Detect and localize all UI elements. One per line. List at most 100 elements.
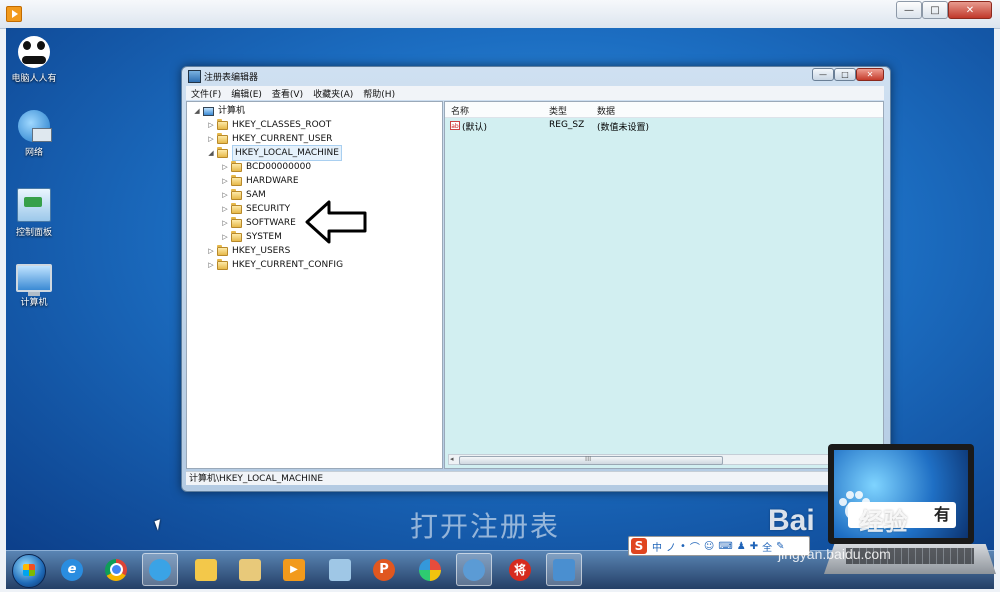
taskbar-explorer[interactable]	[232, 553, 268, 586]
player-close-button[interactable]: ✕	[948, 1, 992, 19]
taskbar-p-app[interactable]: P	[366, 553, 402, 586]
tree-item-hklm[interactable]: ◢ HKEY_LOCAL_MACHINE	[207, 145, 342, 161]
string-value-icon: ab	[450, 121, 460, 130]
expanded-arrow-icon[interactable]: ◢	[207, 146, 215, 160]
settings-icon	[463, 558, 485, 581]
tree-label: HKEY_CURRENT_USER	[232, 134, 333, 144]
desktop-icon-label: 网络	[24, 148, 43, 158]
desktop-icon-network[interactable]: 网络	[6, 110, 62, 158]
start-button[interactable]	[12, 554, 46, 588]
player-titlebar: — □ ✕	[0, 0, 1000, 29]
menu-favorites[interactable]: 收藏夹(A)	[308, 87, 358, 100]
taskbar-paint[interactable]	[412, 553, 448, 586]
ime-keyboard-icon[interactable]: ⌨	[718, 541, 732, 552]
tree-item-hkcc[interactable]: ▷ HKEY_CURRENT_CONFIG	[207, 258, 343, 272]
p-icon: P	[373, 558, 395, 581]
taskbar-remote[interactable]	[322, 553, 358, 586]
regedit-minimize-button[interactable]: —	[812, 68, 834, 81]
taskbar-chess[interactable]: 将	[502, 553, 538, 586]
tree-item-system[interactable]: ▷ SYSTEM	[221, 230, 282, 244]
ime-fullwidth-toggle[interactable]: 全	[762, 539, 772, 554]
ime-arc-icon[interactable]: ⌒	[690, 539, 700, 554]
menu-edit[interactable]: 编辑(E)	[226, 87, 267, 100]
regedit-close-button[interactable]: ✕	[856, 68, 884, 81]
tree-item-hardware[interactable]: ▷ HARDWARE	[221, 174, 299, 188]
collapsed-arrow-icon[interactable]: ▷	[221, 202, 229, 216]
sogou-icon[interactable]: S	[631, 538, 647, 554]
ime-emoji-icon[interactable]: ☺	[704, 541, 714, 552]
tree-item-hkcr[interactable]: ▷ HKEY_CLASSES_ROOT	[207, 118, 331, 132]
player-restore-button[interactable]: □	[922, 1, 948, 19]
collapsed-arrow-icon[interactable]: ▷	[221, 188, 229, 202]
collapsed-arrow-icon[interactable]: ▷	[221, 230, 229, 244]
collapsed-arrow-icon[interactable]: ▷	[221, 160, 229, 174]
value-type: REG_SZ	[549, 120, 585, 130]
desktop-icon-computer[interactable]: 计算机	[6, 264, 62, 308]
tree-item-security[interactable]: ▷ SECURITY	[221, 202, 290, 216]
tree-label: HKEY_USERS	[232, 246, 291, 256]
folder-icon	[231, 202, 242, 214]
tree-item-computer[interactable]: ◢ 计算机	[193, 104, 245, 118]
collapsed-arrow-icon[interactable]: ▷	[207, 258, 215, 272]
player-minimize-button[interactable]: —	[896, 1, 922, 19]
expanded-arrow-icon[interactable]: ◢	[193, 104, 201, 118]
folder-icon	[231, 160, 242, 172]
tree-item-sam[interactable]: ▷ SAM	[221, 188, 266, 202]
chess-icon: 将	[509, 558, 531, 581]
regedit-titlebar[interactable]: 注册表编辑器 — □ ✕	[182, 67, 890, 85]
taskbar-folder[interactable]	[188, 553, 224, 586]
registry-values-pane: 名称 类型 数据 ab (默认) REG_SZ (数值未设置) ◂ III ▸	[444, 101, 884, 469]
caption-watermark: 打开注册表	[410, 510, 561, 543]
tree-item-hkcu[interactable]: ▷ HKEY_CURRENT_USER	[207, 132, 332, 146]
value-row[interactable]: ab (默认) REG_SZ (数值未设置)	[445, 119, 883, 133]
computer-icon	[203, 106, 214, 116]
desktop-icon-label: 控制面板	[15, 228, 52, 238]
collapsed-arrow-icon[interactable]: ▷	[207, 118, 215, 132]
ime-punct-icon[interactable]: ノ	[666, 539, 676, 554]
menu-view[interactable]: 查看(V)	[267, 87, 308, 100]
folder-open-icon	[217, 146, 228, 158]
taskbar-chrome[interactable]	[98, 553, 134, 586]
collapsed-arrow-icon[interactable]: ▷	[207, 132, 215, 146]
player-app-icon	[6, 6, 22, 22]
tree-label: SYSTEM	[246, 232, 282, 242]
tree-label: HKEY_CURRENT_CONFIG	[232, 260, 344, 270]
desktop-icon-diannao[interactable]: 电脑人人有	[6, 36, 62, 84]
chrome-icon	[105, 558, 127, 581]
tree-item-hku[interactable]: ▷ HKEY_USERS	[207, 244, 290, 258]
taskbar-regedit[interactable]	[546, 553, 582, 586]
collapsed-arrow-icon[interactable]: ▷	[221, 174, 229, 188]
column-header-type[interactable]: 类型	[549, 104, 567, 117]
taskbar-ie[interactable]: e	[54, 553, 90, 586]
tree-label: HARDWARE	[246, 176, 299, 186]
menu-help[interactable]: 帮助(H)	[358, 87, 400, 100]
collapsed-arrow-icon[interactable]: ▷	[207, 244, 215, 258]
tree-item-bcd[interactable]: ▷ BCD00000000	[221, 160, 311, 174]
column-header-name[interactable]: 名称	[451, 104, 469, 117]
value-name: (默认)	[462, 123, 488, 133]
desktop-icon-control-panel[interactable]: 控制面板	[6, 188, 62, 238]
horizontal-scrollbar[interactable]: ◂ III ▸	[448, 454, 880, 465]
taskbar-settings[interactable]	[456, 553, 492, 586]
collapsed-arrow-icon[interactable]: ▷	[221, 216, 229, 230]
tree-label: HKEY_LOCAL_MACHINE	[232, 145, 342, 161]
value-data: (数值未设置)	[597, 123, 650, 133]
ime-mode-toggle[interactable]: 中	[652, 539, 662, 554]
taskbar-browser[interactable]	[142, 553, 178, 586]
column-header-data[interactable]: 数据	[597, 104, 615, 117]
tree-item-software[interactable]: ▷ SOFTWARE	[221, 216, 296, 230]
folder-icon	[231, 216, 242, 228]
folder-icon	[231, 188, 242, 200]
folder-icon	[217, 118, 228, 130]
menu-file[interactable]: 文件(F)	[186, 87, 226, 100]
folder-icon	[231, 174, 242, 186]
scroll-left-arrow-icon[interactable]: ◂	[450, 455, 454, 463]
folder-icon	[217, 258, 228, 270]
tree-label: 计算机	[218, 106, 246, 116]
ime-dot-icon[interactable]: •	[680, 541, 686, 552]
taskbar-player[interactable]: ▶	[276, 553, 312, 586]
regedit-statusbar: 计算机\HKEY_LOCAL_MACHINE	[186, 471, 884, 485]
ime-tools-icon[interactable]: ✚	[750, 541, 758, 552]
ime-skin-icon[interactable]: ♟	[737, 541, 746, 552]
regedit-maximize-button[interactable]: □	[834, 68, 856, 81]
